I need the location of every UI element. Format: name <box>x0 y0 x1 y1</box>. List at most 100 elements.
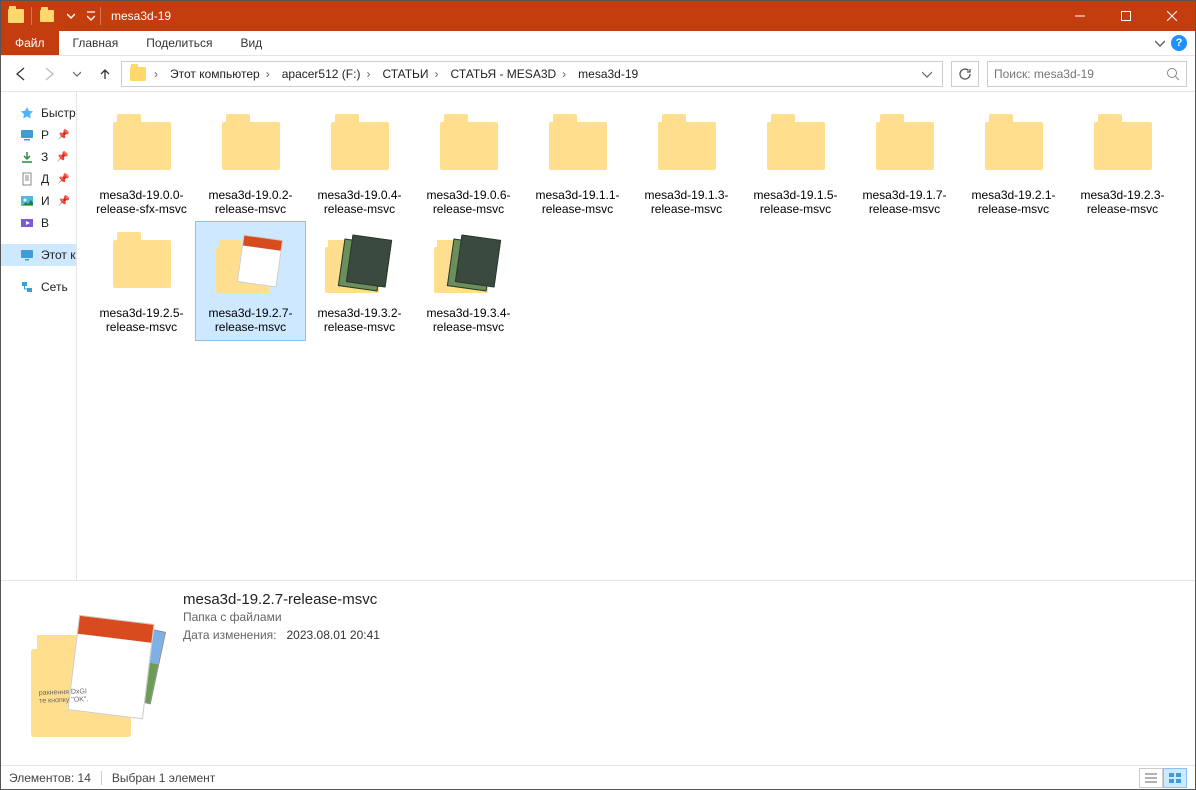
folder-item[interactable]: mesa3d-19.2.3-release-msvc <box>1068 104 1177 222</box>
folder-icon <box>322 108 398 184</box>
details-pane: ракнення DxGIте кнопку "OK". mesa3d-19.2… <box>1 580 1195 765</box>
search-input[interactable] <box>994 67 1166 81</box>
pin-icon: 📌 <box>58 196 70 207</box>
folder-icon <box>104 108 180 184</box>
properties-icon[interactable] <box>36 5 58 27</box>
folder-label: mesa3d-19.0.2-release-msvc <box>198 188 303 216</box>
maximize-button[interactable] <box>1103 1 1149 31</box>
search-box[interactable] <box>987 61 1187 87</box>
ribbon-expand-icon[interactable] <box>1155 38 1165 48</box>
search-icon <box>1166 67 1180 81</box>
pin-icon: 📌 <box>56 152 68 163</box>
folder-icon <box>5 5 27 27</box>
file-list[interactable]: mesa3d-19.0.0-release-sfx-msvcmesa3d-19.… <box>77 92 1195 580</box>
quick-access-toolbar <box>1 5 98 27</box>
sidebar-this-pc[interactable]: Этот к <box>1 244 76 266</box>
folder-icon <box>976 108 1052 184</box>
folder-icon <box>213 108 289 184</box>
sidebar-item[interactable]: Д📌 <box>1 168 76 190</box>
details-thumbnail: ракнення DxGIте кнопку "OK". <box>15 591 165 761</box>
tab-file[interactable]: Файл <box>1 31 59 55</box>
tab-home[interactable]: Главная <box>59 31 133 55</box>
folder-item[interactable]: mesa3d-19.1.5-release-msvc <box>741 104 850 222</box>
folder-label: mesa3d-19.3.4-release-msvc <box>416 306 521 334</box>
breadcrumb-item[interactable]: apacer512 (F:)› <box>276 62 377 86</box>
folder-icon <box>540 108 616 184</box>
folder-label: mesa3d-19.2.5-release-msvc <box>89 306 194 334</box>
ribbon-tabs: Файл Главная Поделиться Вид ? <box>1 31 1195 56</box>
folder-icon <box>431 226 507 302</box>
folder-label: mesa3d-19.3.2-release-msvc <box>307 306 412 334</box>
pictures-icon <box>19 193 35 209</box>
monitor-icon <box>19 247 35 263</box>
folder-item[interactable]: mesa3d-19.0.2-release-msvc <box>196 104 305 222</box>
folder-icon <box>867 108 943 184</box>
folder-item[interactable]: mesa3d-19.0.0-release-sfx-msvc <box>87 104 196 222</box>
folder-item[interactable]: mesa3d-19.1.7-release-msvc <box>850 104 959 222</box>
sidebar-quick-access[interactable]: Быстр <box>1 102 76 124</box>
folder-icon <box>649 108 725 184</box>
desktop-icon <box>19 127 35 143</box>
breadcrumb-item[interactable]: Этот компьютер› <box>164 62 276 86</box>
help-icon[interactable]: ? <box>1171 35 1187 51</box>
view-large-icons-button[interactable] <box>1163 768 1187 788</box>
folder-icon <box>1085 108 1161 184</box>
folder-item[interactable]: mesa3d-19.3.4-release-msvc <box>414 222 523 340</box>
sidebar-item[interactable]: И📌 <box>1 190 76 212</box>
details-modified-value: 2023.08.01 20:41 <box>287 628 380 642</box>
up-button[interactable] <box>93 62 117 86</box>
breadcrumb-item[interactable]: СТАТЬИ› <box>376 62 444 86</box>
navigation-bar: › Этот компьютер› apacer512 (F:)› СТАТЬИ… <box>1 56 1195 92</box>
title-bar: mesa3d-19 <box>1 1 1195 31</box>
folder-item[interactable]: mesa3d-19.2.7-release-msvc <box>196 222 305 340</box>
back-button[interactable] <box>9 62 33 86</box>
folder-icon <box>104 226 180 302</box>
folder-item[interactable]: mesa3d-19.0.4-release-msvc <box>305 104 414 222</box>
downloads-icon <box>19 149 35 165</box>
folder-label: mesa3d-19.0.0-release-sfx-msvc <box>89 188 194 216</box>
status-bar: Элементов: 14 Выбран 1 элемент <box>1 765 1195 789</box>
folder-label: mesa3d-19.2.7-release-msvc <box>198 306 303 334</box>
recent-dropdown-icon[interactable] <box>65 62 89 86</box>
folder-label: mesa3d-19.0.6-release-msvc <box>416 188 521 216</box>
view-details-button[interactable] <box>1139 768 1163 788</box>
address-bar[interactable]: › Этот компьютер› apacer512 (F:)› СТАТЬИ… <box>121 61 943 87</box>
videos-icon <box>19 215 35 231</box>
breadcrumb-root-icon[interactable]: › <box>124 62 164 86</box>
folder-item[interactable]: mesa3d-19.3.2-release-msvc <box>305 222 414 340</box>
sidebar-item[interactable]: Р📌 <box>1 124 76 146</box>
folder-item[interactable]: mesa3d-19.2.1-release-msvc <box>959 104 1068 222</box>
sidebar-network[interactable]: Сеть <box>1 276 76 298</box>
sidebar-item[interactable]: З📌 <box>1 146 76 168</box>
window-title: mesa3d-19 <box>111 9 171 23</box>
qat-overflow-icon[interactable] <box>84 5 98 27</box>
star-icon <box>19 105 35 121</box>
breadcrumb-item[interactable]: СТАТЬЯ - MESA3D› <box>445 62 573 86</box>
tab-view[interactable]: Вид <box>226 31 276 55</box>
details-name: mesa3d-19.2.7-release-msvc <box>183 591 380 608</box>
folder-item[interactable]: mesa3d-19.2.5-release-msvc <box>87 222 196 340</box>
folder-icon <box>213 226 289 302</box>
qat-dropdown-icon[interactable] <box>60 5 82 27</box>
navigation-pane: Быстр Р📌З📌Д📌И📌В Этот к Сеть <box>1 92 77 580</box>
folder-label: mesa3d-19.1.3-release-msvc <box>634 188 739 216</box>
folder-item[interactable]: mesa3d-19.1.1-release-msvc <box>523 104 632 222</box>
tab-share[interactable]: Поделиться <box>132 31 226 55</box>
address-dropdown-icon[interactable] <box>914 69 940 79</box>
sidebar-item[interactable]: В <box>1 212 76 234</box>
folder-item[interactable]: mesa3d-19.0.6-release-msvc <box>414 104 523 222</box>
minimize-button[interactable] <box>1057 1 1103 31</box>
folder-icon <box>322 226 398 302</box>
network-icon <box>19 279 35 295</box>
breadcrumb-item[interactable]: mesa3d-19 <box>572 62 644 86</box>
folder-label: mesa3d-19.2.3-release-msvc <box>1070 188 1175 216</box>
details-modified-label: Дата изменения: <box>183 628 277 642</box>
documents-icon <box>19 171 35 187</box>
folder-item[interactable]: mesa3d-19.1.3-release-msvc <box>632 104 741 222</box>
refresh-button[interactable] <box>951 61 979 87</box>
pin-icon: 📌 <box>57 130 69 141</box>
status-selection: Выбран 1 элемент <box>112 771 215 785</box>
folder-icon <box>758 108 834 184</box>
forward-button[interactable] <box>37 62 61 86</box>
close-button[interactable] <box>1149 1 1195 31</box>
